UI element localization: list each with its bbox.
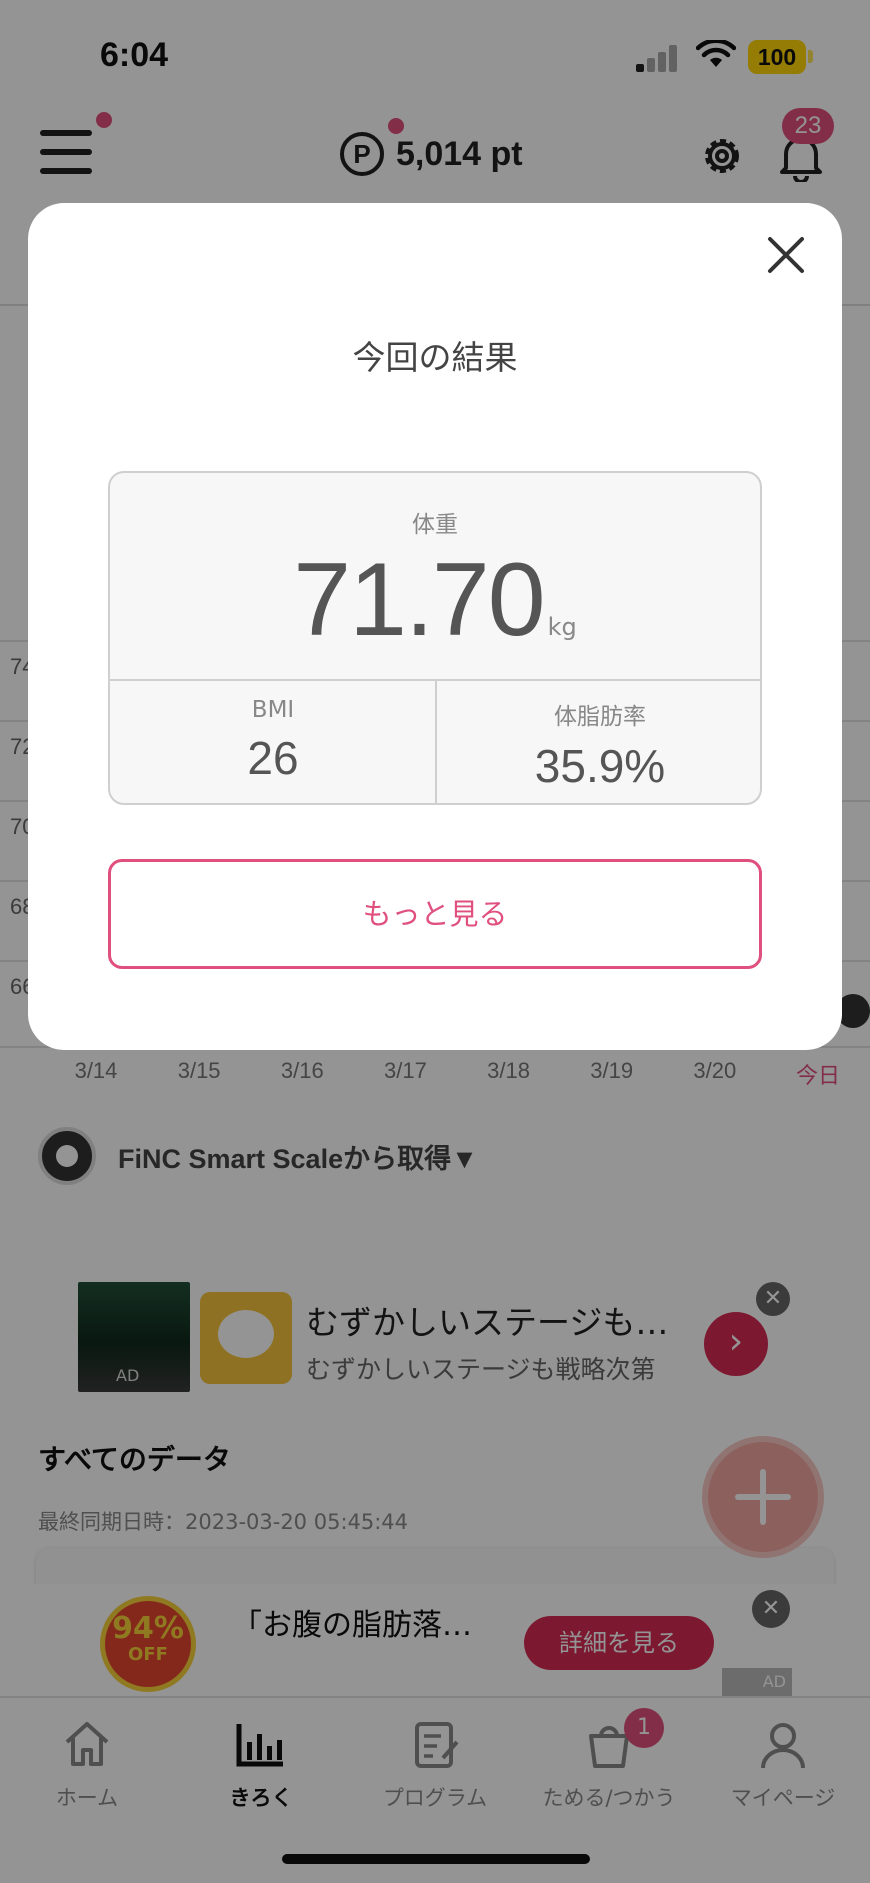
bmi-value: 26 <box>247 732 299 784</box>
bmi-label: BMI <box>251 697 295 723</box>
result-modal: 今回の結果 体重 71.70 kg BMI 26 体脂肪率 35.9% もっと見る <box>28 203 842 1050</box>
weight-unit: kg <box>547 613 577 641</box>
body-fat-value: 35.9% <box>534 740 666 792</box>
bmi-cell: BMI 26 <box>110 681 436 803</box>
body-fat-cell: 体脂肪率 35.9% <box>437 681 760 803</box>
weight-value: 71.70 <box>293 542 545 658</box>
close-icon[interactable] <box>760 229 812 281</box>
result-box: 体重 71.70 kg BMI 26 体脂肪率 35.9% <box>108 471 762 805</box>
weight-value-row: 71.70 kg <box>110 541 760 660</box>
see-more-button[interactable]: もっと見る <box>108 859 762 969</box>
body-fat-label: 体脂肪率 <box>554 704 646 730</box>
modal-title: 今回の結果 <box>352 338 518 377</box>
weight-label: 体重 <box>412 512 458 538</box>
